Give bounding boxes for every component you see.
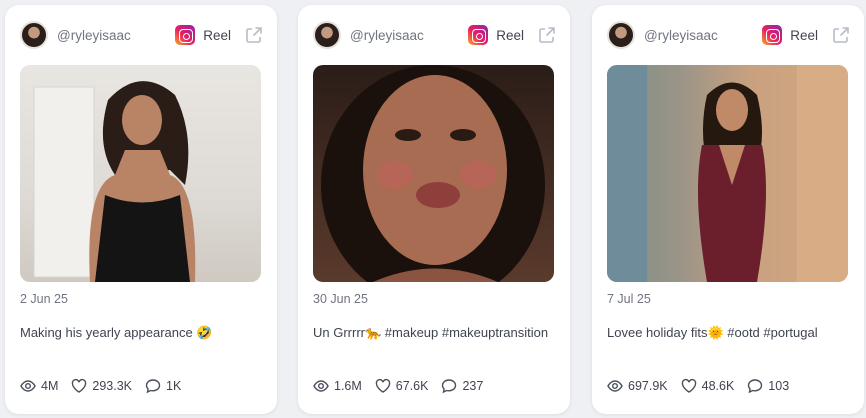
likes-count: 293.3K [92,379,132,393]
creator-handle[interactable]: @ryleyisaac [57,28,175,43]
comments-count: 1K [166,379,182,393]
likes-count: 67.6K [395,379,429,393]
comment-icon [748,379,763,394]
eye-icon [607,380,623,392]
likes-stat: 67.6K [375,378,429,394]
post-type-label: Reel [203,27,231,43]
instagram-icon [468,25,489,45]
comment-icon [145,379,161,394]
external-link-icon[interactable] [832,26,850,44]
views-stat: 4M [20,378,58,394]
avatar[interactable] [20,21,48,49]
post-header: @ryleyisaac Reel [20,19,263,51]
comments-count: 103 [768,379,790,393]
views-stat: 697.9K [607,378,668,394]
creator-handle[interactable]: @ryleyisaac [644,28,762,43]
post-date: 7 Jul 25 [607,292,651,306]
eye-icon [313,380,329,392]
eye-icon [20,380,36,392]
post-thumbnail[interactable] [313,65,554,282]
post-header: @ryleyisaac Reel [607,19,850,51]
views-count: 1.6M [334,379,362,393]
post-type-label: Reel [496,27,524,43]
post-stats: 4M 293.3K 1K [20,378,194,394]
post-stats: 697.9K 48.6K 103 [607,378,802,394]
post-thumbnail[interactable] [607,65,848,282]
creator-handle[interactable]: @ryleyisaac [350,28,468,43]
external-link-icon[interactable] [538,26,556,44]
post-date: 2 Jun 25 [20,292,68,306]
avatar[interactable] [313,21,341,49]
heart-icon [681,378,696,393]
post-card[interactable]: @ryleyisaac Reel 2 Jun 25 Making his yea… [5,5,277,414]
likes-count: 48.6K [701,379,735,393]
post-type-label: Reel [790,27,818,43]
post-stats: 1.6M 67.6K 237 [313,378,496,394]
instagram-icon [762,25,783,45]
comments-count: 237 [462,379,484,393]
views-count: 697.9K [628,379,668,393]
views-count: 4M [41,379,59,393]
post-card[interactable]: @ryleyisaac Reel 30 Jun 25 Un Grrrrr🐆 #m… [298,5,570,414]
post-caption: Lovee holiday fits🌞 #ootd #portugal [607,325,818,340]
post-header: @ryleyisaac Reel [313,19,556,51]
views-stat: 1.6M [313,378,362,394]
external-link-icon[interactable] [245,26,263,44]
comments-stat: 1K [145,378,181,394]
comments-stat: 237 [441,378,483,394]
instagram-icon [175,25,196,45]
likes-stat: 293.3K [71,378,132,394]
likes-stat: 48.6K [681,378,735,394]
heart-icon [72,378,87,393]
comments-stat: 103 [747,378,789,394]
post-caption: Un Grrrrr🐆 #makeup #makeuptransition [313,325,549,340]
comment-icon [442,379,457,394]
post-date: 30 Jun 25 [313,292,368,306]
avatar[interactable] [607,21,635,49]
post-caption: Making his yearly appearance 🤣 [20,325,213,340]
post-thumbnail[interactable] [20,65,261,282]
heart-icon [375,378,390,393]
post-card[interactable]: @ryleyisaac Reel 7 Jul 25 Lovee holiday … [592,5,864,414]
